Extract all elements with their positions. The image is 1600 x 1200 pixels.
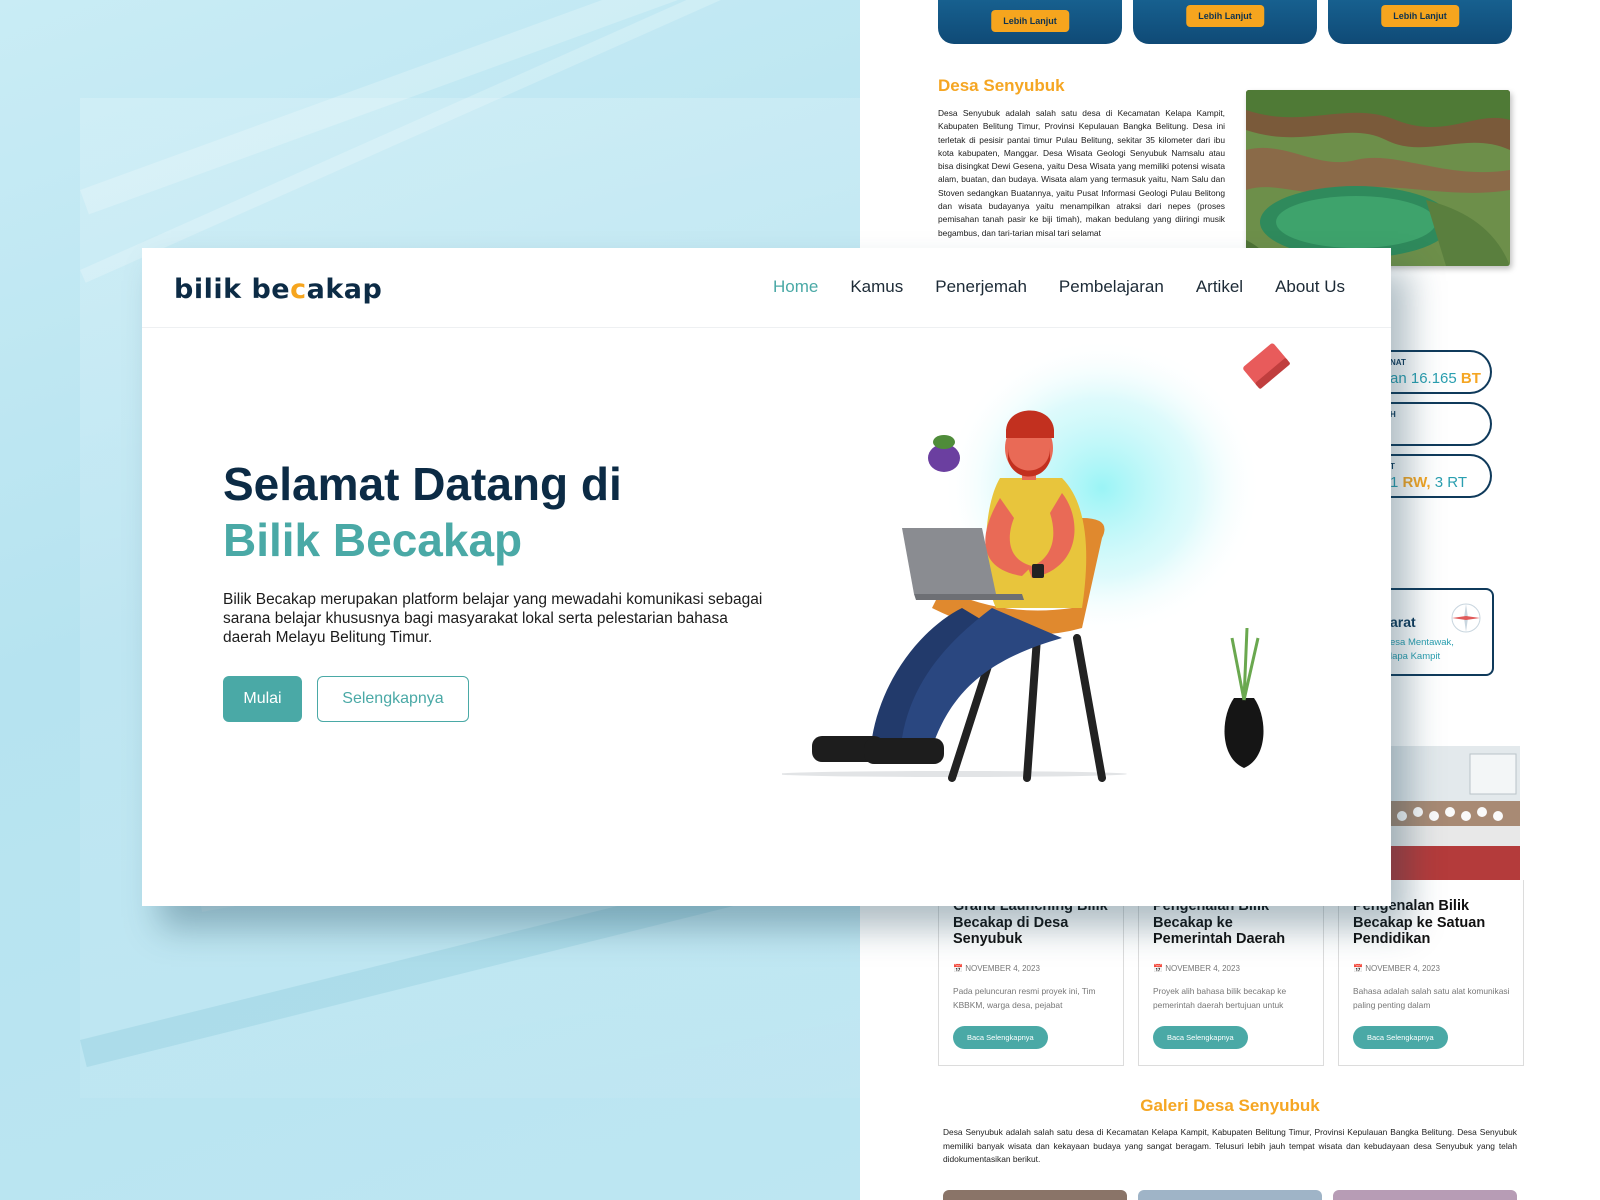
stat-label: NAT (1390, 358, 1406, 367)
site-logo[interactable]: bilik becakap (174, 274, 382, 305)
lebih-lanjut-button[interactable]: Lebih Lanjut (991, 10, 1069, 32)
galeri-title: Galeri Desa Senyubuk (1140, 1096, 1320, 1115)
service-card: Lebih Lanjut (938, 0, 1122, 44)
location-address: esa Mentawak, lapa Kampit (1390, 637, 1454, 662)
nav-pembelajaran[interactable]: Pembelajaran (1059, 277, 1164, 297)
nav-artikel[interactable]: Artikel (1196, 277, 1243, 297)
news-card[interactable]: Pengenalan Bilik Becakap ke Pemerintah D… (1138, 880, 1324, 1066)
mulai-button[interactable]: Mulai (223, 676, 302, 722)
desa-title: Desa Senyubuk (938, 76, 1065, 95)
desa-description: Desa Senyubuk adalah salah satu desa di … (938, 108, 1225, 238)
location-title: arat (1390, 614, 1416, 630)
nav-penerjemah[interactable]: Penerjemah (935, 277, 1027, 297)
news-date: 📅 NOVEMBER 4, 2023 (953, 964, 1040, 973)
lebih-lanjut-button[interactable]: Lebih Lanjut (1186, 5, 1264, 27)
read-more-button[interactable]: Baca Selengkapnya (1153, 1026, 1248, 1049)
nav-home[interactable]: Home (773, 277, 818, 297)
hero-title: Selamat Datang di Bilik Becakap (223, 458, 622, 566)
news-date: 📅 NOVEMBER 4, 2023 (1353, 964, 1440, 973)
stat-card: T 1 RW, 3 RT (1380, 454, 1492, 498)
galeri-thumbnail[interactable] (1138, 1190, 1322, 1200)
news-date: 📅 NOVEMBER 4, 2023 (1153, 964, 1240, 973)
news-excerpt: Bahasa adalah salah satu alat komunikasi… (1353, 986, 1510, 1010)
hero-window: bilik becakap Home Kamus Penerjemah Pemb… (142, 248, 1391, 906)
stat-card: NAT an 16.165 BT (1380, 350, 1492, 394)
galeri-thumbnail[interactable] (943, 1190, 1127, 1200)
person-laptop-illustration (782, 338, 1290, 782)
compass-icon (1451, 603, 1481, 633)
galeri-description: Desa Senyubuk adalah salah satu desa di … (943, 1127, 1517, 1165)
news-card[interactable]: Grand Launching Bilik Becakap di Desa Se… (938, 880, 1124, 1066)
read-more-button[interactable]: Baca Selengkapnya (953, 1026, 1048, 1049)
nav-about-us[interactable]: About Us (1275, 277, 1345, 297)
news-excerpt: Pada peluncuran resmi proyek ini, Tim KB… (953, 986, 1096, 1010)
location-card: arat esa Mentawak, lapa Kampit (1380, 588, 1494, 676)
hero-description: Bilik Becakap merupakan platform belajar… (223, 591, 763, 646)
service-card: Lebih Lanjut (1328, 0, 1512, 44)
desa-lake-photo (1246, 90, 1510, 266)
stat-value: an 16.165 BT (1390, 370, 1481, 387)
galeri-thumbnail[interactable] (1333, 1190, 1517, 1200)
news-card[interactable]: Pengenalan Bilik Becakap ke Satuan Pendi… (1338, 880, 1524, 1066)
news-excerpt: Proyek alih bahasa bilik becakap ke peme… (1153, 986, 1287, 1010)
stat-value: 1 RW, 3 RT (1390, 474, 1467, 491)
service-card: Lebih Lanjut (1133, 0, 1317, 44)
read-more-button[interactable]: Baca Selengkapnya (1353, 1026, 1448, 1049)
stat-card: H (1380, 402, 1492, 446)
navbar: bilik becakap Home Kamus Penerjemah Pemb… (142, 248, 1391, 328)
lebih-lanjut-button[interactable]: Lebih Lanjut (1381, 5, 1459, 27)
news-photo (1390, 746, 1520, 884)
nav-kamus[interactable]: Kamus (850, 277, 903, 297)
main-nav: Home Kamus Penerjemah Pembelajaran Artik… (773, 277, 1345, 297)
selengkapnya-button[interactable]: Selengkapnya (317, 676, 469, 722)
